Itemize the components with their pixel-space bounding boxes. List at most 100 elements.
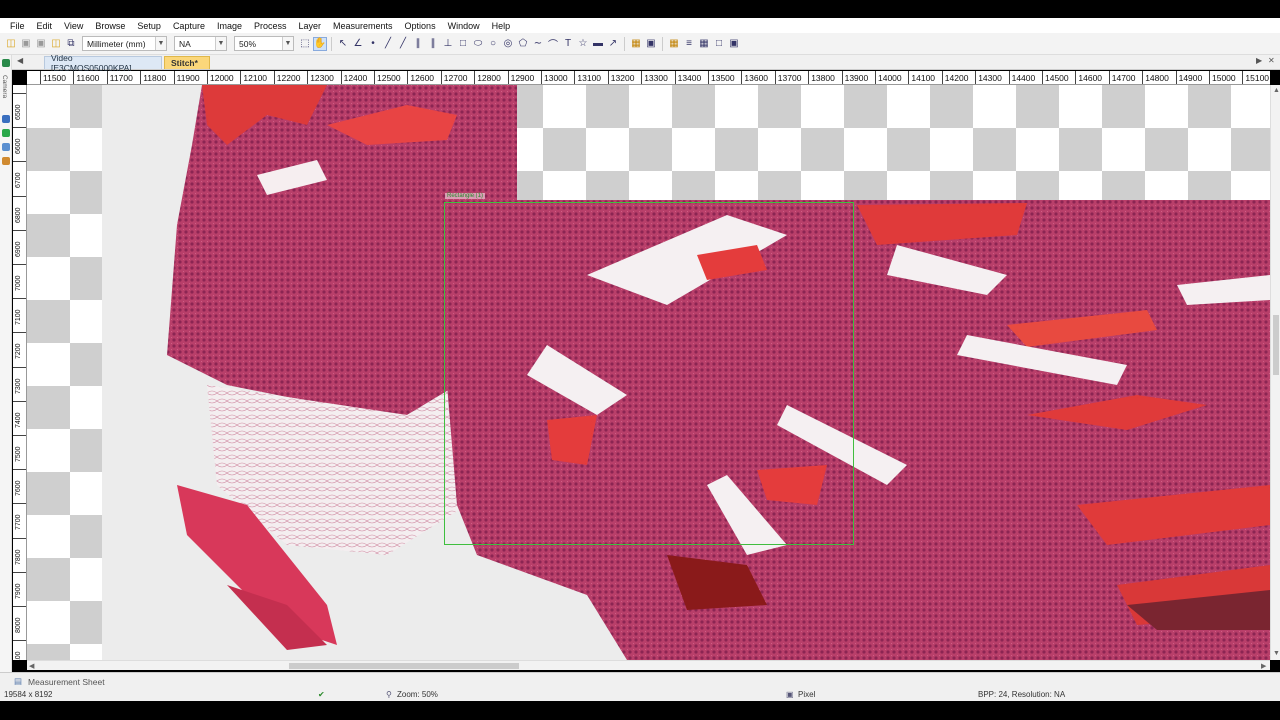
document-tab-bar: ◀ Video [E3CMOS05000KPA] Stitch* ▶ ✕ (0, 53, 1280, 73)
scroll-right-icon[interactable]: ▶ (1261, 662, 1266, 670)
tab-stitch[interactable]: Stitch* (164, 56, 210, 69)
ruler-x-tick: 15100 (1242, 71, 1269, 84)
polygon-icon[interactable]: ⬠ (516, 37, 530, 51)
close-icon[interactable]: ✕ (1268, 56, 1275, 65)
tab-video[interactable]: Video [E3CMOS05000KPA] (44, 53, 162, 73)
zoom-select[interactable]: 50% ▼ (234, 36, 294, 51)
vertical-scrollbar[interactable]: ▲ ▼ (1270, 85, 1280, 660)
screen-border (0, 701, 1280, 720)
crop-icon[interactable]: ▣ (727, 37, 741, 51)
measurement-sheet-label: Measurement Sheet (28, 676, 105, 687)
ruler-y-tick: 7700 (13, 503, 26, 537)
pointer-icon[interactable]: ↖ (336, 37, 350, 51)
grid-icon[interactable]: ▦ (697, 37, 711, 51)
arrow-icon[interactable]: ↗ (606, 37, 620, 51)
unit-status: Pixel (798, 690, 816, 699)
calibrate-icon[interactable]: ▣ (644, 37, 658, 51)
menu-image[interactable]: Image (211, 21, 248, 31)
tab-stitch-label: Stitch* (171, 58, 198, 68)
save-all-icon[interactable]: ▣ (34, 37, 48, 51)
ruler-y-tick: 6500 (13, 93, 26, 127)
open-folder-icon[interactable]: ◫ (4, 37, 18, 51)
tab-scroll-left-icon[interactable]: ◀ (17, 56, 23, 65)
image-canvas[interactable]: Rectangle (1) (27, 85, 1270, 660)
horizontal-scroll-thumb[interactable] (289, 663, 519, 669)
angle-icon[interactable]: ∠ (351, 37, 365, 51)
select-rectangle-icon[interactable]: ⬚ (298, 37, 312, 51)
measurement-sheet-tab[interactable]: ▤ Measurement Sheet (14, 675, 105, 688)
scroll-up-icon[interactable]: ▲ (1273, 87, 1280, 94)
horizontal-scrollbar[interactable]: ◀ ▶ (27, 660, 1270, 670)
parallel-lines-icon[interactable]: ∥ (411, 37, 425, 51)
menu-browse[interactable]: Browse (89, 21, 131, 31)
text-icon[interactable]: T (561, 37, 575, 51)
layers-panel-icon[interactable] (2, 143, 10, 151)
line-icon[interactable]: ╱ (381, 37, 395, 51)
rectangle-measurement-overlay[interactable]: Rectangle (1) (444, 193, 854, 545)
menu-file[interactable]: File (4, 21, 31, 31)
layer-icon[interactable]: ▦ (667, 37, 681, 51)
menu-view[interactable]: View (58, 21, 89, 31)
rectangle-icon[interactable]: □ (456, 37, 470, 51)
perpendicular-icon[interactable]: ⊥ (441, 37, 455, 51)
ruler-y-tick: 8000 (13, 606, 26, 640)
ruler-x-tick: 11500 (40, 71, 66, 84)
star-icon[interactable]: ☆ (576, 37, 590, 51)
menu-help[interactable]: Help (486, 21, 517, 31)
vertical-ruler: 6500 6600 6700 6800 6900 7000 7100 7200 7300 7400… (13, 85, 27, 660)
toolbar-divider (331, 36, 332, 51)
zoom-status: Zoom: 50% (397, 690, 438, 699)
palette-icon[interactable] (2, 157, 10, 165)
objective-select[interactable]: NA ▼ (174, 36, 227, 51)
ruler-x-tick: 12100 (240, 71, 267, 84)
measurement-panel: ▤ Measurement Sheet (0, 672, 1280, 689)
vertical-scroll-thumb[interactable] (1273, 315, 1279, 375)
menu-setup[interactable]: Setup (131, 21, 167, 31)
ruler-y-tick: 7300 (13, 366, 26, 401)
tab-scroll-right-icon[interactable]: ▶ (1256, 56, 1262, 65)
align-icon[interactable]: ≡ (682, 37, 696, 51)
menu-layer[interactable]: Layer (293, 21, 328, 31)
scroll-down-icon[interactable]: ▼ (1273, 650, 1280, 657)
copy-icon[interactable]: ⧉ (64, 37, 78, 51)
menu-window[interactable]: Window (442, 21, 486, 31)
menu-edit[interactable]: Edit (31, 21, 59, 31)
export-icon[interactable]: □ (712, 37, 726, 51)
folder-icon[interactable]: ◫ (49, 37, 63, 51)
menu-process[interactable]: Process (248, 21, 293, 31)
ruler-x-tick: 14200 (941, 71, 968, 84)
scroll-left-icon[interactable]: ◀ (29, 662, 34, 670)
curve-icon[interactable]: ∼ (531, 37, 545, 51)
ruler-x-tick: 13100 (574, 71, 601, 84)
objective-select-value: NA (179, 38, 191, 49)
ruler-x-tick: 12200 (273, 71, 300, 84)
annulus-icon[interactable]: ◎ (501, 37, 515, 51)
folder-panel-icon[interactable] (2, 115, 10, 123)
menu-measurements[interactable]: Measurements (327, 21, 399, 31)
arc-icon[interactable]: ⌒ (546, 37, 560, 51)
point-icon[interactable]: • (366, 37, 380, 51)
save-icon[interactable]: ▣ (19, 37, 33, 51)
ruler-y-tick: 7500 (13, 435, 26, 469)
scale-bar-icon[interactable]: ▬ (591, 37, 605, 51)
counter-icon[interactable]: ▦ (629, 37, 643, 51)
ruler-x-tick: 14700 (1108, 71, 1135, 84)
polyline-icon[interactable]: ╱ (396, 37, 410, 51)
menu-capture[interactable]: Capture (167, 21, 211, 31)
unit-select[interactable]: Millimeter (mm) ▼ (82, 36, 167, 51)
ruler-x-tick: 15000 (1209, 71, 1236, 84)
circle-icon[interactable]: ○ (486, 37, 500, 51)
ruler-x-tick: 13900 (841, 71, 868, 84)
ruler-x-tick: 11800 (140, 71, 166, 84)
globe-icon[interactable] (2, 129, 10, 137)
chevron-down-icon: ▼ (215, 37, 226, 50)
main-toolbar: ◫ ▣ ▣ ◫ ⧉ Millimeter (mm) ▼ NA ▼ 50% ▼ ⬚… (0, 33, 1280, 55)
camera-label[interactable]: Camera (1, 75, 8, 98)
ruler-x-tick: 12700 (440, 71, 467, 84)
hand-pan-icon[interactable]: ✋ (313, 36, 327, 51)
menu-options[interactable]: Options (399, 21, 442, 31)
ellipse-icon[interactable]: ⬭ (471, 37, 485, 51)
ruler-x-tick: 13500 (708, 71, 735, 84)
camera-icon[interactable] (2, 59, 10, 67)
multi-lines-icon[interactable]: ∥ (426, 37, 440, 51)
